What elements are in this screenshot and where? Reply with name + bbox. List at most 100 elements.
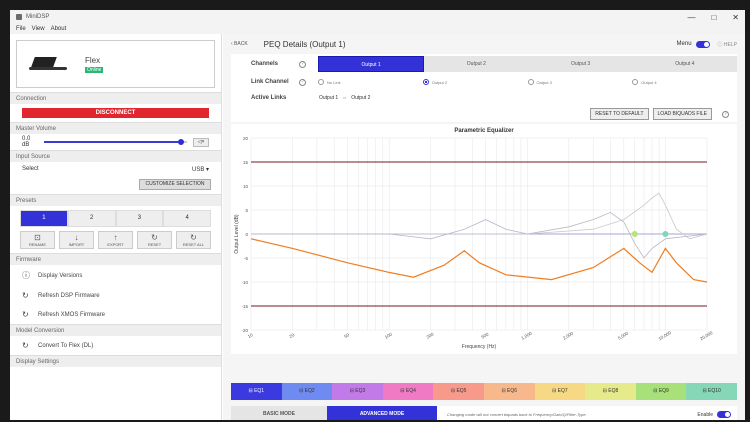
preset-tab-1[interactable]: 1: [20, 210, 68, 227]
action-label: RESET ALL: [182, 242, 205, 247]
rename-icon: ⊡: [34, 233, 41, 242]
export-icon: ↑: [113, 233, 118, 242]
menu-about[interactable]: About: [51, 26, 67, 32]
volume-slider[interactable]: [44, 139, 187, 145]
help-button[interactable]: ⓘ HELP: [718, 41, 737, 48]
device-image: [29, 55, 67, 73]
x-tick-label: 2,000: [562, 330, 575, 340]
page-title: PEQ Details (Output 1): [263, 39, 346, 49]
device-name: Flex: [85, 55, 101, 65]
tab-eq6[interactable]: ⊟ EQ6: [483, 383, 535, 400]
input-select[interactable]: USB ▾: [192, 166, 209, 173]
tab-eq5[interactable]: ⊟ EQ5: [433, 383, 484, 400]
tab-output-2[interactable]: Output 2: [424, 56, 528, 72]
link-radio-4[interactable]: Output 4: [632, 79, 737, 85]
channel-panel: Channels ? Output 1 Output 2 Output 3 Outpu…: [231, 54, 737, 122]
import-button[interactable]: ↓ IMPORT: [59, 231, 94, 249]
tab-output-1[interactable]: Output 1: [318, 56, 425, 72]
preset-tab-4[interactable]: 4: [163, 210, 211, 227]
active-links-label: Active Links: [251, 95, 287, 101]
y-tick-label: -5: [244, 256, 248, 261]
help-circle-icon[interactable]: ?: [722, 110, 729, 118]
menu-toggle[interactable]: [695, 40, 710, 48]
reset-button[interactable]: ↻ RESET: [137, 231, 172, 249]
convert-to-flex-item[interactable]: ↻ Convert To Flex (DL): [10, 336, 221, 355]
maximize-button[interactable]: □: [711, 13, 716, 22]
mute-button[interactable]: ◁×: [193, 137, 209, 147]
reset-icon: ↻: [151, 233, 158, 242]
enable-toggle[interactable]: [717, 411, 731, 418]
link-radio-1[interactable]: No Link: [318, 79, 423, 85]
menu-file[interactable]: File: [16, 26, 26, 32]
disconnect-button[interactable]: DISCONNECT: [22, 108, 209, 118]
tab-eq4[interactable]: ⊟ EQ4: [382, 383, 434, 400]
basic-mode-button[interactable]: BASIC MODE: [231, 406, 327, 420]
tab-output-3[interactable]: Output 3: [529, 56, 633, 72]
y-tick-label: -15: [241, 304, 248, 309]
tab-eq1[interactable]: ⊟ EQ1: [231, 383, 282, 400]
help-circle-icon[interactable]: ?: [299, 78, 306, 86]
eq-band-marker: [662, 231, 669, 237]
close-button[interactable]: ✕: [732, 13, 739, 22]
advanced-mode-button[interactable]: ADVANCED MODE: [327, 406, 437, 420]
info-icon: ⓘ: [22, 271, 30, 280]
volume-knob[interactable]: [178, 139, 185, 145]
firmware-item-label: Refresh DSP Firmware: [38, 292, 100, 299]
tab-eq10[interactable]: ⊟ EQ10: [686, 383, 737, 400]
reset-to-default-button[interactable]: RESET TO DEFAULT: [590, 108, 649, 120]
link-radio-3[interactable]: Output 3: [527, 79, 633, 85]
radio-label: Output 2: [431, 79, 448, 85]
rename-button[interactable]: ⊡ RENAME: [20, 231, 55, 249]
tab-eq7[interactable]: ⊟ EQ7: [534, 383, 586, 400]
eq-band-tabs: ⊟ EQ1 ⊟ EQ2 ⊟ EQ3 ⊟ EQ4 ⊟ EQ5 ⊟ EQ6 ⊟ EQ7 ⊟ EQ8…: [231, 383, 737, 400]
x-tick-label: 50: [343, 332, 350, 339]
volume-value: 0.0 dB: [22, 136, 31, 148]
preset-tab-3[interactable]: 3: [115, 210, 164, 227]
menu-toggle-label: Menu: [676, 41, 692, 47]
minimize-button[interactable]: —: [687, 13, 695, 22]
reset-all-button[interactable]: ↻ RESET ALL: [176, 231, 211, 249]
tab-eq9[interactable]: ⊟ EQ9: [635, 383, 687, 400]
radio-dot: [422, 79, 429, 85]
action-label: RENAME: [28, 242, 47, 247]
x-tick-label: 10,000: [657, 330, 672, 341]
radio-dot: [527, 79, 534, 85]
eq-chart-svg[interactable]: 20151050-5-10-15-2010 20 50 100 200 500 1,000 2…: [231, 134, 737, 352]
tab-eq2[interactable]: ⊟ EQ2: [281, 383, 333, 400]
x-axis-label: Frequency (Hz): [462, 344, 497, 350]
device-card: Flex Online: [16, 40, 215, 88]
mode-note: Changing mode will not convert biquads b…: [447, 412, 587, 417]
refresh-icon: ↻: [22, 341, 29, 350]
y-tick-label: 15: [243, 160, 249, 165]
menu-view[interactable]: View: [32, 26, 45, 32]
eq-chart: Parametric Equalizer 20 15 10 5 0 -5 -10 -15 -20…: [231, 124, 737, 354]
tab-eq3[interactable]: ⊟ EQ3: [332, 383, 383, 400]
y-axis-label: Output Level (dB): [234, 214, 240, 254]
x-tick-label: 5,000: [617, 330, 630, 340]
section-firmware: Firmware: [10, 253, 221, 265]
firmware-item-3[interactable]: ↻ Refresh XMOS Firmware: [10, 305, 221, 324]
customize-selection-button[interactable]: CUSTOMIZE SELECTION: [139, 179, 211, 190]
section-model-conversion: Model Conversion: [10, 324, 221, 336]
firmware-item-2[interactable]: ↻ Refresh DSP Firmware: [10, 286, 221, 305]
x-tick-label: 500: [480, 331, 489, 339]
tab-eq8[interactable]: ⊟ EQ8: [585, 383, 636, 400]
section-display-settings: Display Settings: [10, 355, 221, 367]
reset-all-icon: ↻: [190, 233, 197, 242]
import-icon: ↓: [74, 233, 79, 242]
tab-output-4[interactable]: Output 4: [633, 56, 737, 72]
back-button[interactable]: ‹ BACK: [231, 41, 248, 47]
export-button[interactable]: ↑ EXPORT: [98, 231, 133, 249]
y-tick-label: -10: [241, 280, 248, 285]
firmware-item-1[interactable]: ⓘ Display Versions: [10, 265, 221, 286]
load-biquads-button[interactable]: LOAD BIQUADS FILE: [652, 108, 712, 120]
firmware-item-label: Refresh XMOS Firmware: [38, 311, 106, 318]
radio-label: No Link: [327, 79, 341, 85]
section-input-source: Input Source: [10, 150, 221, 162]
menu-bar: File View About: [10, 24, 745, 34]
preset-tab-2[interactable]: 2: [67, 210, 116, 227]
help-circle-icon[interactable]: ?: [299, 60, 306, 68]
link-radio-2[interactable]: Output 2: [422, 79, 528, 85]
convert-label: Convert To Flex (DL): [38, 342, 94, 349]
firmware-item-label: Display Versions: [38, 272, 83, 279]
